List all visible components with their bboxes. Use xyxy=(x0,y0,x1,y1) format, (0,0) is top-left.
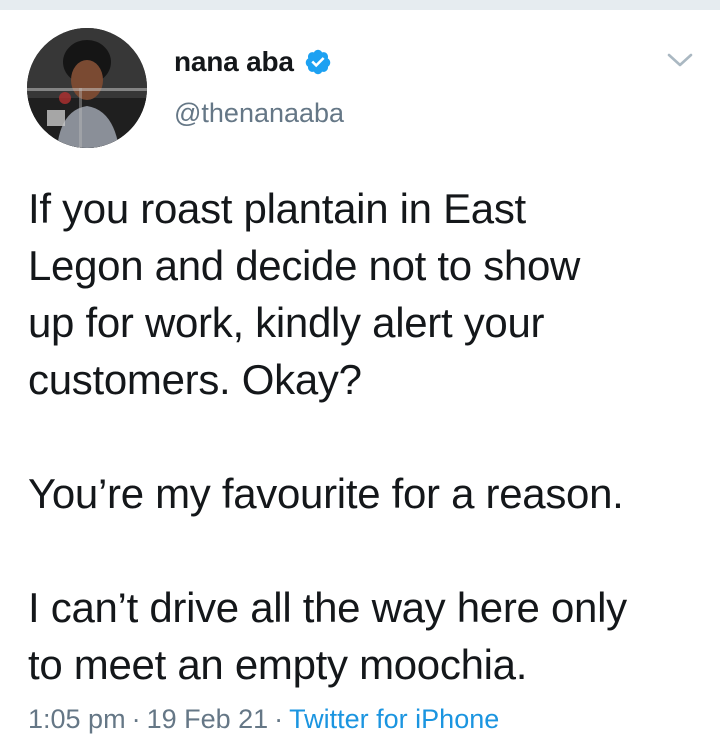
display-name[interactable]: nana aba xyxy=(174,46,294,78)
tweet-date[interactable]: 19 Feb 21 xyxy=(147,704,269,734)
tweet-metadata: 1:05 pm · 19 Feb 21 · Twitter for iPhone xyxy=(28,704,499,735)
top-divider xyxy=(0,0,720,10)
tweet-time[interactable]: 1:05 pm xyxy=(28,704,126,734)
username-handle[interactable]: @thenanaaba xyxy=(174,98,344,129)
avatar[interactable] xyxy=(27,28,147,148)
author-name-row: nana aba xyxy=(174,42,332,82)
verified-badge-icon xyxy=(304,48,332,76)
tweet-text: If you roast plantain in East Legon and … xyxy=(28,180,708,693)
avatar-image xyxy=(27,28,147,148)
tweet-paragraph: If you roast plantain in East Legon and … xyxy=(28,185,581,403)
chevron-down-icon[interactable] xyxy=(664,48,696,72)
tweet-paragraph: I can’t drive all the way here only to m… xyxy=(28,584,627,688)
meta-separator: · xyxy=(131,704,141,734)
tweet-paragraph: You’re my favourite for a reason. xyxy=(28,470,624,517)
meta-separator: · xyxy=(274,704,284,734)
tweet-source-link[interactable]: Twitter for iPhone xyxy=(289,704,499,734)
